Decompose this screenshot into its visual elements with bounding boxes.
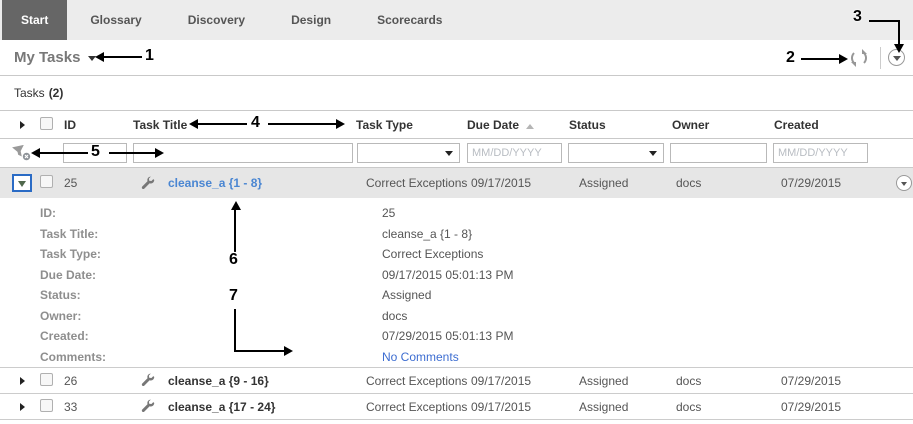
toolbar: My Tasks [0,40,913,76]
detail-label: Task Type: [40,244,382,265]
cell-id: 25 [64,176,133,190]
my-tasks-dropdown[interactable]: My Tasks [14,49,96,66]
detail-label: Status: [40,285,382,306]
select-all-checkbox[interactable] [40,117,53,130]
filter-due-date-input[interactable] [467,143,562,163]
detail-value: 07/29/2015 05:01:13 PM [382,326,513,347]
filter-owner-input[interactable] [670,143,767,163]
detail-label: ID: [40,203,382,224]
cell-id: 33 [64,400,133,414]
filter-title-input[interactable] [133,143,353,163]
row-checkbox[interactable] [40,175,53,188]
chevron-down-icon [445,151,453,156]
tab-discovery[interactable]: Discovery [165,0,268,40]
toolbar-divider [880,47,881,69]
cell-created: 07/29/2015 [774,176,886,190]
wrench-icon [140,373,155,388]
cell-created: 07/29/2015 [774,374,886,388]
tab-glossary[interactable]: Glossary [67,0,164,40]
tasks-count: (2) [49,86,64,100]
filter-status-select[interactable] [568,143,664,163]
clear-filter-icon[interactable] [12,145,31,161]
cell-owner: docs [672,374,774,388]
wrench-icon [140,399,155,414]
column-header-type[interactable]: Task Type [356,118,467,132]
sort-ascending-icon [526,124,534,129]
cell-status: Assigned [569,176,672,190]
filter-row [0,139,913,168]
column-header-title[interactable]: Task Title [133,118,356,132]
task-title-link[interactable]: cleanse_a {1 - 8} [168,176,262,190]
cell-task-type: Correct Exceptions [356,374,467,388]
detail-label: Task Title: [40,224,382,245]
cell-status: Assigned [569,374,672,388]
table-row[interactable]: 26 cleanse_a {9 - 16} Correct Exceptions… [0,368,913,394]
filter-id-input[interactable] [63,143,127,163]
task-title-text[interactable]: cleanse_a {17 - 24} [168,400,275,414]
task-title-text[interactable]: cleanse_a {9 - 16} [168,374,269,388]
cell-id: 26 [64,374,133,388]
tab-start[interactable]: Start [2,0,67,40]
cell-task-type: Correct Exceptions [356,176,467,190]
wrench-icon [140,176,155,191]
actions-menu-icon[interactable] [888,49,905,66]
cell-due-date: 09/17/2015 [467,400,569,414]
cell-owner: docs [672,176,774,190]
chevron-down-icon [893,56,901,61]
tasks-count-label: Tasks (2) [0,76,913,110]
detail-value: Correct Exceptions [382,244,483,265]
tab-design[interactable]: Design [268,0,354,40]
detail-label: Created: [40,326,382,347]
row-actions-icon[interactable] [896,175,912,191]
filter-type-select[interactable] [357,143,460,163]
cell-status: Assigned [569,400,672,414]
tasks-label: Tasks [14,86,45,100]
task-detail-panel: ID:25 Task Title:cleanse_a {1 - 8} Task … [0,198,913,368]
no-comments-link[interactable]: No Comments [382,350,459,364]
expand-all-icon[interactable] [20,121,25,129]
cell-created: 07/29/2015 [774,400,886,414]
column-header-owner[interactable]: Owner [672,118,774,132]
cell-due-date: 09/17/2015 [467,176,569,190]
row-checkbox[interactable] [40,373,53,386]
column-header-due[interactable]: Due Date [467,118,569,132]
main-tabbar: Start Glossary Discovery Design Scorecar… [0,0,913,40]
chevron-down-icon [18,181,26,187]
collapse-row-icon[interactable] [12,174,32,192]
detail-value: cleanse_a {1 - 8} [382,224,472,245]
detail-value: docs [382,306,407,327]
column-header-status[interactable]: Status [569,118,672,132]
column-header-created[interactable]: Created [774,118,886,132]
column-header-id[interactable]: ID [64,118,133,132]
detail-label: Due Date: [40,265,382,286]
detail-value: 25 [382,203,395,224]
expand-row-icon[interactable] [20,403,25,411]
row-checkbox[interactable] [40,399,53,412]
task-manager-window: Start Glossary Discovery Design Scorecar… [0,0,913,424]
page-title: My Tasks [14,49,80,66]
table-row[interactable]: 25 cleanse_a {1 - 8} Correct Exceptions … [0,168,913,198]
refresh-icon[interactable] [851,50,867,66]
toolbar-actions [851,47,905,69]
column-header-due-label: Due Date [467,118,519,132]
expand-row-icon[interactable] [20,377,25,385]
cell-owner: docs [672,400,774,414]
chevron-down-icon [649,151,657,156]
chevron-down-icon [901,182,907,186]
filter-created-input[interactable] [773,143,868,163]
tab-scorecards[interactable]: Scorecards [354,0,465,40]
cell-task-type: Correct Exceptions [356,400,467,414]
detail-value: Assigned [382,285,431,306]
detail-label: Owner: [40,306,382,327]
detail-label: Comments: [40,347,382,368]
detail-value: 09/17/2015 05:01:13 PM [382,265,513,286]
table-row[interactable]: 33 cleanse_a {17 - 24} Correct Exception… [0,394,913,420]
table-header-row: ID Task Title Task Type Due Date Status … [0,110,913,139]
chevron-down-icon [88,56,96,61]
cell-due-date: 09/17/2015 [467,374,569,388]
